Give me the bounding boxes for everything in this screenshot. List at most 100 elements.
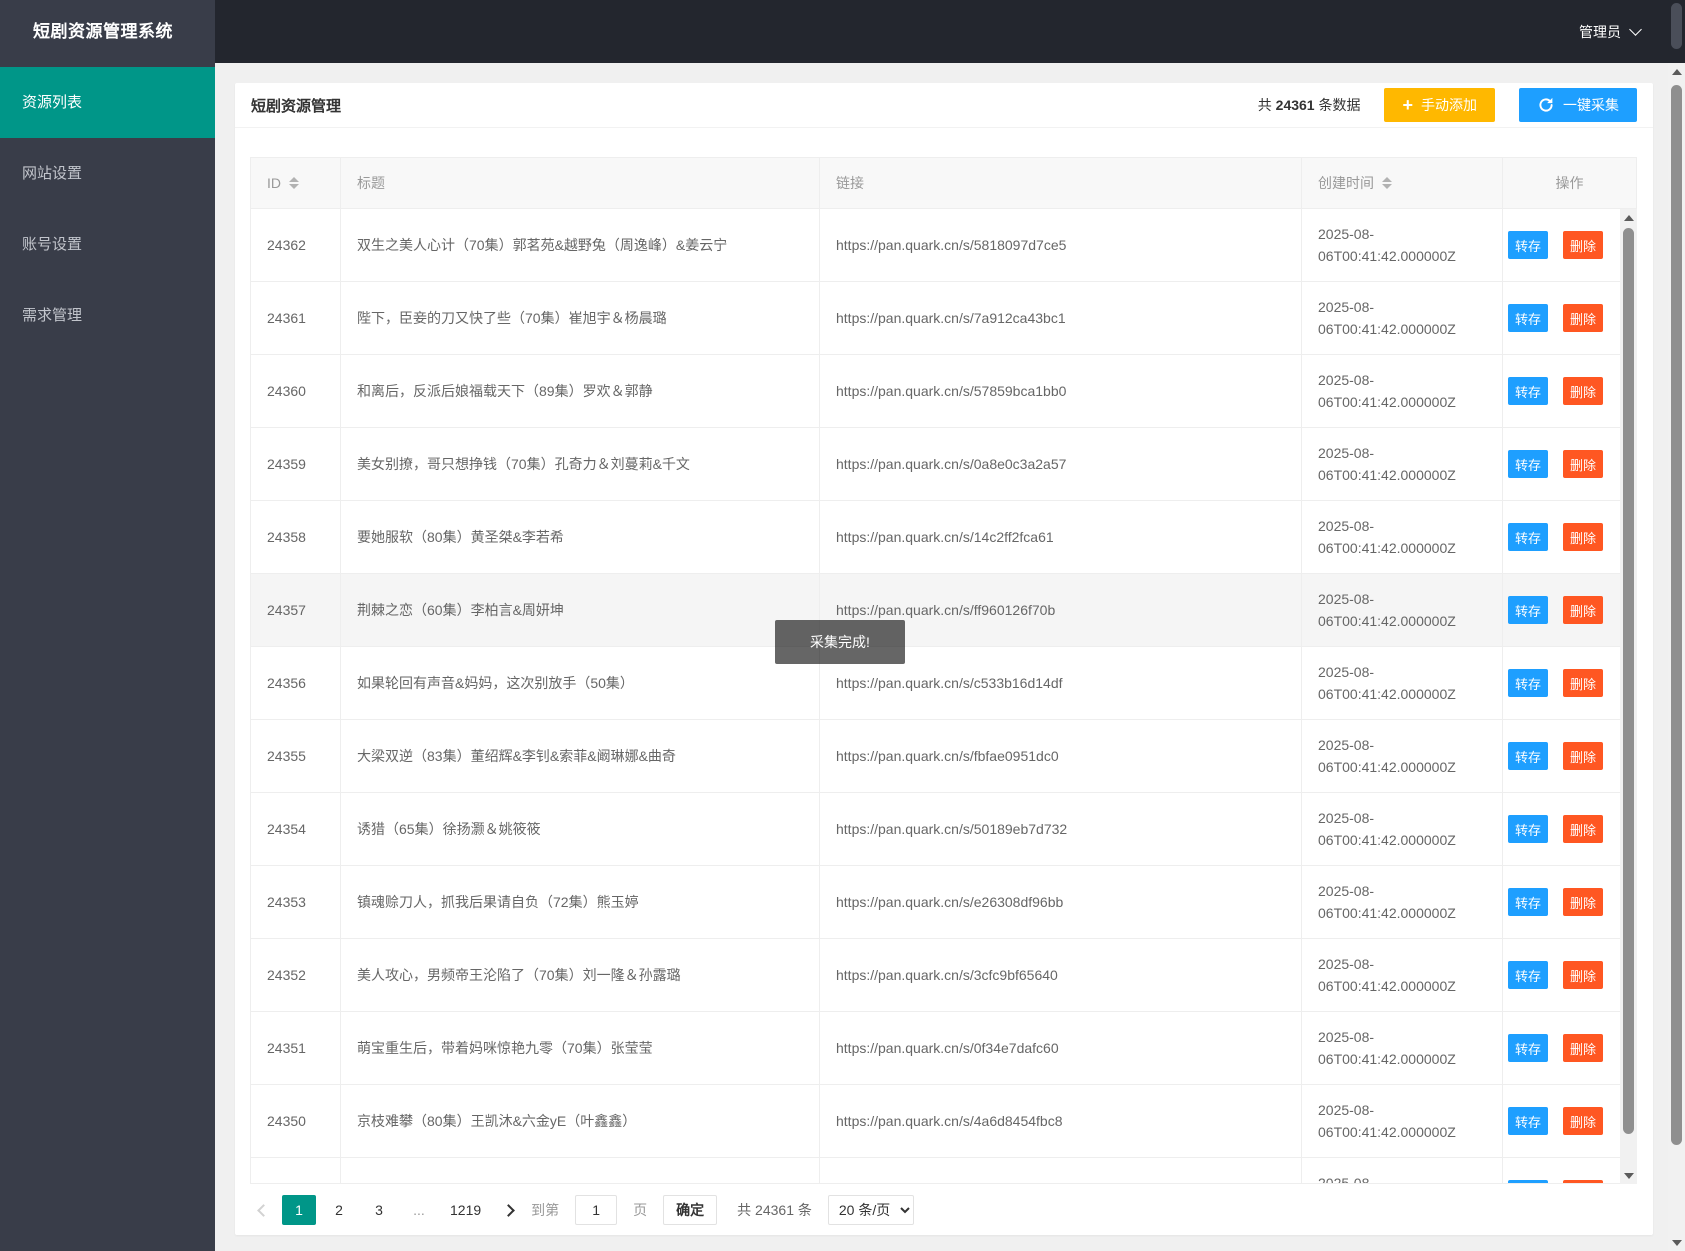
- date-line-1: 2025-08-: [1318, 445, 1375, 461]
- page-number[interactable]: 1: [282, 1195, 316, 1225]
- sidebar-item[interactable]: 账号设置: [0, 209, 215, 280]
- delete-button[interactable]: 删除: [1563, 1180, 1603, 1183]
- table-row: 24358 要她服软（80集）黄圣桀&李若希 https://pan.quark…: [251, 501, 1636, 574]
- page-scroll-up-icon[interactable]: [1668, 63, 1685, 80]
- column-header-title: 标题: [341, 158, 820, 208]
- sidebar-item[interactable]: 需求管理: [0, 280, 215, 351]
- delete-button[interactable]: 删除: [1563, 888, 1603, 916]
- cell-link: https://pan.quark.cn/s/7a912ca43bc1: [820, 282, 1302, 354]
- next-page-button[interactable]: [495, 1195, 521, 1225]
- save-button[interactable]: 转存: [1508, 377, 1548, 405]
- total-count-text: 共 24361 条数据: [1258, 95, 1361, 115]
- pagination-total: 共 24361 条: [737, 1202, 812, 1218]
- cell-actions: 转存 删除: [1503, 1085, 1636, 1157]
- cell-actions: 转存 删除: [1503, 1158, 1636, 1183]
- column-id-label: ID: [267, 175, 281, 191]
- save-button[interactable]: 转存: [1508, 450, 1548, 478]
- date-line-1: 2025-08-: [1318, 226, 1375, 242]
- page-number[interactable]: 3: [362, 1195, 396, 1225]
- cell-created: 2025-08- 06T00:41:42.000000Z: [1302, 866, 1503, 938]
- save-button[interactable]: 转存: [1508, 815, 1548, 843]
- column-actions-label: 操作: [1555, 175, 1584, 191]
- delete-button[interactable]: 删除: [1563, 596, 1603, 624]
- delete-button[interactable]: 删除: [1563, 450, 1603, 478]
- delete-button[interactable]: 删除: [1563, 1107, 1603, 1135]
- delete-button[interactable]: 删除: [1563, 961, 1603, 989]
- save-button[interactable]: 转存: [1508, 1180, 1548, 1183]
- user-menu[interactable]: 管理员: [1579, 0, 1642, 63]
- save-button[interactable]: 转存: [1508, 742, 1548, 770]
- one-click-collect-button[interactable]: 一键采集: [1519, 88, 1637, 122]
- delete-button[interactable]: 删除: [1563, 1034, 1603, 1062]
- page-number[interactable]: ...: [402, 1195, 436, 1225]
- column-header-id: ID: [251, 158, 341, 208]
- save-button[interactable]: 转存: [1508, 1107, 1548, 1135]
- save-button[interactable]: 转存: [1508, 523, 1548, 551]
- jump-page-input[interactable]: [575, 1195, 618, 1225]
- save-button[interactable]: 转存: [1508, 888, 1548, 916]
- sort-icon-created[interactable]: [1382, 177, 1392, 189]
- scroll-down-icon[interactable]: [1620, 1167, 1637, 1184]
- cell-actions: 转存 删除: [1503, 355, 1636, 427]
- delete-button[interactable]: 删除: [1563, 669, 1603, 697]
- date-line-2: 06T00:41:42.000000Z: [1318, 1051, 1456, 1067]
- page-scroll-down-icon[interactable]: [1668, 1234, 1685, 1251]
- table-row: 24351 萌宝重生后，带着妈咪惊艳九零（70集）张莹莹 https://pan…: [251, 1012, 1636, 1085]
- cell-id: 24359: [251, 428, 341, 500]
- cell-title: 诱猎（65集）徐扬灏＆姚筱筱: [341, 793, 820, 865]
- prev-page-button[interactable]: [250, 1195, 276, 1225]
- column-link-label: 链接: [836, 175, 864, 191]
- delete-button[interactable]: 删除: [1563, 377, 1603, 405]
- delete-button[interactable]: 删除: [1563, 815, 1603, 843]
- page-number[interactable]: 1219: [442, 1195, 489, 1225]
- page-number[interactable]: 2: [322, 1195, 356, 1225]
- scroll-up-icon[interactable]: [1620, 209, 1637, 226]
- chevron-right-icon: [501, 1203, 515, 1217]
- page-scrollbar[interactable]: [1668, 63, 1685, 1251]
- manual-add-label: 手动添加: [1421, 97, 1477, 113]
- table-row: 24350 京枝难攀（80集）王凯沐&六金yE（叶鑫鑫） https://pan…: [251, 1085, 1636, 1158]
- cell-id: 24360: [251, 355, 341, 427]
- table-row: 2025-08- 转存 删除: [251, 1158, 1636, 1183]
- cell-id: 24350: [251, 1085, 341, 1157]
- user-label: 管理员: [1579, 23, 1621, 40]
- cell-created: 2025-08-: [1302, 1158, 1503, 1183]
- delete-button[interactable]: 删除: [1563, 304, 1603, 332]
- save-button[interactable]: 转存: [1508, 596, 1548, 624]
- collect-label: 一键采集: [1563, 97, 1619, 113]
- save-button[interactable]: 转存: [1508, 961, 1548, 989]
- cell-created: 2025-08- 06T00:41:42.000000Z: [1302, 209, 1503, 281]
- table-row: 24353 镇魂赊刀人，抓我后果请自负（72集）熊玉婷 https://pan.…: [251, 866, 1636, 939]
- cell-created: 2025-08- 06T00:41:42.000000Z: [1302, 939, 1503, 1011]
- save-button[interactable]: 转存: [1508, 304, 1548, 332]
- sort-icon-id[interactable]: [289, 177, 299, 189]
- table-row: 24355 大梁双逆（83集）董绍辉&李钊&索菲&阚琳娜&曲奇 https://…: [251, 720, 1636, 793]
- app-root: 短剧资源管理系统 管理员 资源列表 网站设置 账号设置 需求管理 短剧资源管理 …: [0, 0, 1685, 1251]
- sidebar-item-label: 网站设置: [22, 165, 83, 182]
- cell-id: 24353: [251, 866, 341, 938]
- page-size-select[interactable]: 20 条/页: [827, 1195, 914, 1225]
- save-button[interactable]: 转存: [1508, 1034, 1548, 1062]
- sidebar-item[interactable]: 网站设置: [0, 138, 215, 209]
- date-line-1: 2025-08-: [1318, 883, 1375, 899]
- table-row: 24356 如果轮回有声音&妈妈，这次别放手（50集） https://pan.…: [251, 647, 1636, 720]
- delete-button[interactable]: 删除: [1563, 742, 1603, 770]
- total-prefix: 共: [1257, 97, 1272, 113]
- cell-title: 荆棘之恋（60集）李柏言&周妍坤: [341, 574, 820, 646]
- date-line-2: 06T00:41:42.000000Z: [1318, 759, 1456, 775]
- date-line-1: 2025-08-: [1318, 591, 1375, 607]
- delete-button[interactable]: 删除: [1563, 523, 1603, 551]
- save-button[interactable]: 转存: [1508, 231, 1548, 259]
- manual-add-button[interactable]: + 手动添加: [1384, 88, 1495, 122]
- table-body: 24362 双生之美人心计（70集）郭茗苑&越野兔（周逸峰）&姜云宁 https…: [250, 209, 1637, 1184]
- sidebar-item[interactable]: 资源列表: [0, 67, 215, 138]
- delete-button[interactable]: 删除: [1563, 231, 1603, 259]
- cell-link: https://pan.quark.cn/s/0f34e7dafc60: [820, 1012, 1302, 1084]
- table-scrollbar[interactable]: [1620, 209, 1637, 1184]
- refresh-icon: [1539, 97, 1553, 112]
- table-scrollbar-thumb[interactable]: [1623, 228, 1634, 1134]
- date-line-1: 2025-08-: [1318, 956, 1375, 972]
- page-scrollbar-thumb[interactable]: [1671, 85, 1682, 1145]
- confirm-button[interactable]: 确定: [663, 1195, 718, 1225]
- save-button[interactable]: 转存: [1508, 669, 1548, 697]
